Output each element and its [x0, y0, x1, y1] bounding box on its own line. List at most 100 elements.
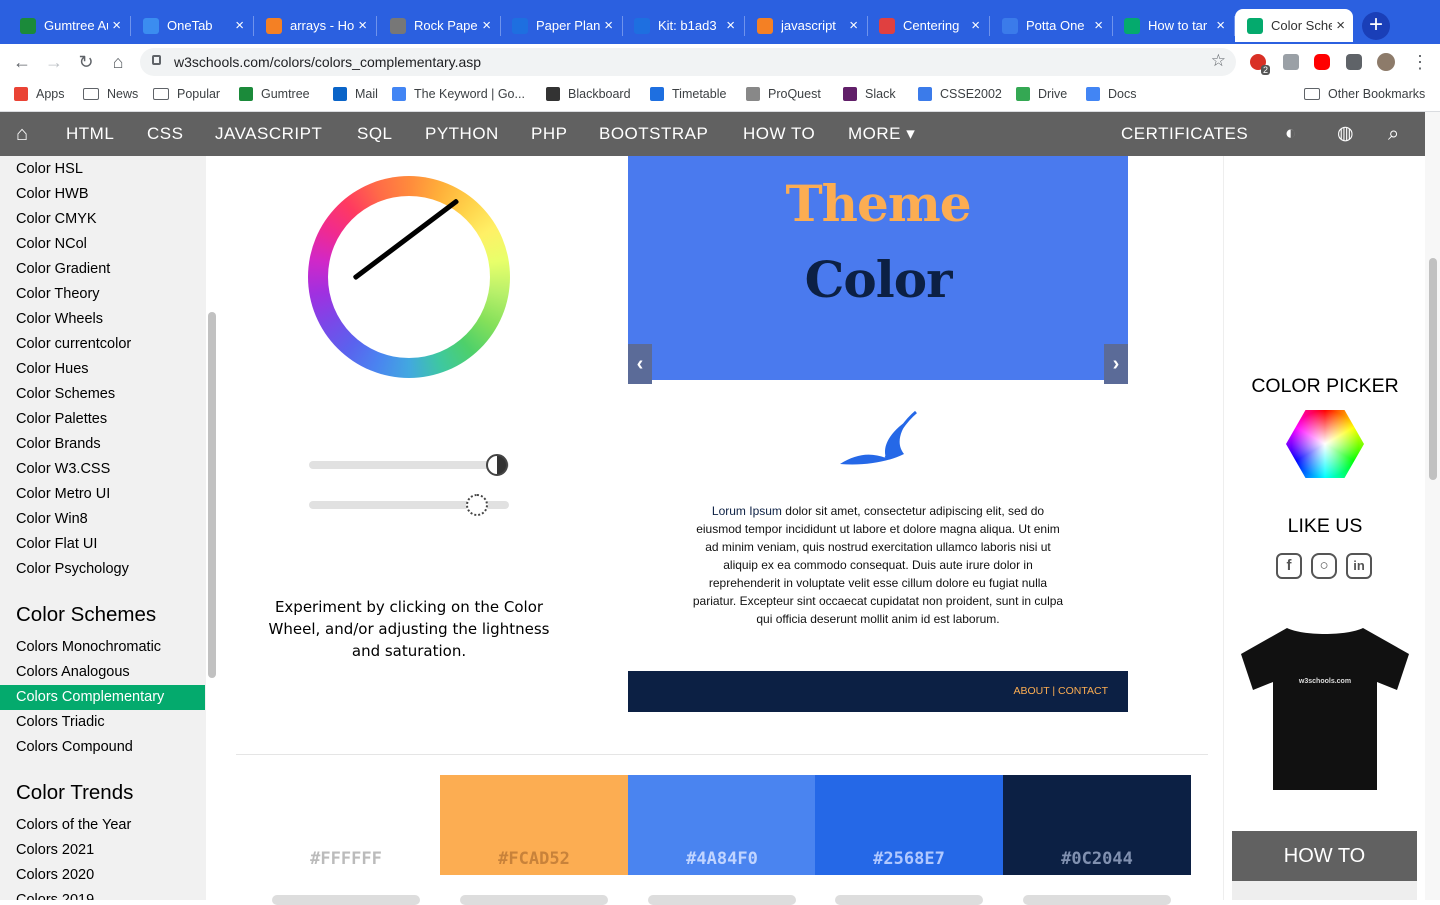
bookmark-item[interactable]: The Keyword | Go... [392, 87, 525, 101]
close-tab-icon[interactable]: × [604, 18, 613, 33]
address-bar[interactable]: w3schools.com/colors/colors_complementar… [140, 48, 1236, 76]
bookmark-item[interactable]: CSSE2002 [918, 87, 1002, 101]
browser-tab[interactable]: Potta One × [990, 9, 1111, 42]
swatch-slider[interactable] [835, 895, 983, 905]
sidebar-link[interactable]: Color currentcolor [16, 336, 131, 352]
extension-icon[interactable] [1283, 54, 1299, 70]
sidebar-link[interactable]: Colors Monochromatic [16, 639, 161, 655]
theme-toggle-icon[interactable]: ◐ [1285, 112, 1297, 156]
sidebar-link[interactable]: Color HWB [16, 186, 89, 202]
sidebar-link[interactable]: Colors of the Year [16, 817, 131, 833]
puzzle-icon[interactable] [1346, 54, 1362, 70]
close-tab-icon[interactable]: × [849, 18, 858, 33]
lightness-knob-icon[interactable] [486, 454, 508, 476]
close-tab-icon[interactable]: × [1216, 18, 1225, 33]
sidebar-scrollbar-thumb[interactable] [208, 312, 216, 678]
reload-icon[interactable]: ↻ [74, 50, 98, 74]
browser-tab[interactable]: Centering × [867, 9, 988, 42]
url-text[interactable]: w3schools.com/colors/colors_complementar… [174, 54, 481, 70]
back-icon[interactable]: ← [10, 50, 34, 74]
sidebar-link[interactable]: Color Wheels [16, 311, 103, 327]
close-tab-icon[interactable]: × [235, 18, 244, 33]
nav-item[interactable]: JAVASCRIPT [215, 112, 322, 156]
youtube-extension-icon[interactable] [1314, 54, 1330, 70]
sidebar-link[interactable]: Color HSL [16, 161, 83, 177]
browser-tab[interactable]: Kit: b1ad3 × [622, 9, 743, 42]
browser-tab[interactable]: How to tar × [1112, 9, 1233, 42]
home-icon[interactable]: ⌂ [16, 112, 29, 156]
browser-tab[interactable]: Paper Plan × [500, 9, 621, 42]
browser-tab[interactable]: javascript × [745, 9, 866, 42]
sidebar-link[interactable]: Color Brands [16, 436, 101, 452]
color-swatch[interactable]: #0C2044 [1003, 775, 1191, 875]
color-swatch[interactable]: #2568E7 [815, 775, 1003, 875]
bookmark-star-icon[interactable]: ☆ [1211, 51, 1226, 71]
page-scrollbar-thumb[interactable] [1429, 258, 1437, 480]
sidebar-link-active[interactable]: Colors Complementary [0, 685, 205, 710]
sidebar-link[interactable]: Color Gradient [16, 261, 110, 277]
nav-item[interactable]: BOOTSTRAP [599, 112, 708, 156]
swatch-slider[interactable] [272, 895, 420, 905]
color-swatch[interactable]: #FFFFFF [252, 775, 440, 875]
facebook-icon[interactable]: f [1276, 553, 1302, 579]
sidebar-link[interactable]: Colors 2021 [16, 842, 94, 858]
sidebar-link[interactable]: Color CMYK [16, 211, 97, 227]
bookmark-item[interactable]: Docs [1086, 87, 1136, 101]
linkedin-icon[interactable]: in [1346, 553, 1372, 579]
tshirt-image[interactable]: w3schools.com [1237, 620, 1413, 792]
bookmark-item[interactable]: Popular [153, 87, 220, 101]
sidebar-link[interactable]: Color Win8 [16, 511, 88, 527]
bookmark-item[interactable]: Mail [333, 87, 378, 101]
sidebar-link[interactable]: Color Psychology [16, 561, 129, 577]
sidebar-link[interactable]: Colors Compound [16, 739, 133, 755]
search-icon[interactable]: ⌕ [1388, 112, 1400, 156]
sidebar-link[interactable]: Color Schemes [16, 386, 115, 402]
home-icon[interactable]: ⌂ [106, 50, 130, 74]
sidebar-link[interactable]: Colors 2019 [16, 892, 94, 900]
other-bookmarks[interactable]: Other Bookmarks [1304, 87, 1425, 101]
footer-links[interactable]: ABOUT | CONTACT [1013, 685, 1108, 697]
sidebar-link[interactable]: Colors Analogous [16, 664, 130, 680]
sidebar-link[interactable]: Color Flat UI [16, 536, 97, 552]
nav-item[interactable]: CSS [147, 112, 183, 156]
nav-item[interactable]: MORE ▾ [848, 112, 915, 156]
sidebar-link[interactable]: Color NCol [16, 236, 87, 252]
new-tab-button[interactable]: + [1362, 12, 1390, 40]
sidebar-link[interactable]: Color W3.CSS [16, 461, 110, 477]
browser-tab[interactable]: Color Sche × [1235, 9, 1353, 42]
color-swatch[interactable]: #FCAD52 [440, 775, 628, 875]
bookmark-item[interactable]: Slack [843, 87, 896, 101]
close-tab-icon[interactable]: × [358, 18, 367, 33]
nav-certificates[interactable]: CERTIFICATES [1121, 112, 1248, 156]
close-tab-icon[interactable]: × [1094, 18, 1103, 33]
close-tab-icon[interactable]: × [482, 18, 491, 33]
browser-tab[interactable]: Rock Pape × [378, 9, 499, 42]
bookmark-item[interactable]: Blackboard [546, 87, 631, 101]
sidebar-link[interactable]: Color Hues [16, 361, 89, 377]
nav-item[interactable]: PYTHON [425, 112, 499, 156]
kebab-menu-icon[interactable]: ⋮ [1408, 50, 1432, 74]
swatch-slider[interactable] [1023, 895, 1171, 905]
bookmark-item[interactable]: Drive [1016, 87, 1067, 101]
nav-item[interactable]: PHP [531, 112, 567, 156]
bookmark-item[interactable]: Apps [14, 87, 65, 101]
lightness-slider[interactable] [309, 461, 509, 469]
sun-icon[interactable] [466, 494, 488, 516]
browser-tab[interactable]: Gumtree Au × [8, 9, 129, 42]
sidebar-link[interactable]: Color Theory [16, 286, 100, 302]
browser-tab[interactable]: arrays - Ho × [254, 9, 375, 42]
bookmark-item[interactable]: ProQuest [746, 87, 821, 101]
color-wheel[interactable] [308, 176, 510, 378]
close-tab-icon[interactable]: × [112, 18, 121, 33]
bookmark-item[interactable]: Timetable [650, 87, 726, 101]
avatar[interactable] [1377, 53, 1395, 71]
browser-tab[interactable]: OneTab × [131, 9, 252, 42]
how-to-banner[interactable]: HOW TO [1232, 831, 1417, 881]
bookmark-item[interactable]: Gumtree [239, 87, 310, 101]
close-tab-icon[interactable]: × [971, 18, 980, 33]
prev-slide-button[interactable]: ‹ [628, 344, 652, 384]
forward-icon[interactable]: → [42, 50, 66, 74]
nav-item[interactable]: HOW TO [743, 112, 815, 156]
bookmark-item[interactable]: News [83, 87, 138, 101]
nav-item[interactable]: HTML [66, 112, 114, 156]
